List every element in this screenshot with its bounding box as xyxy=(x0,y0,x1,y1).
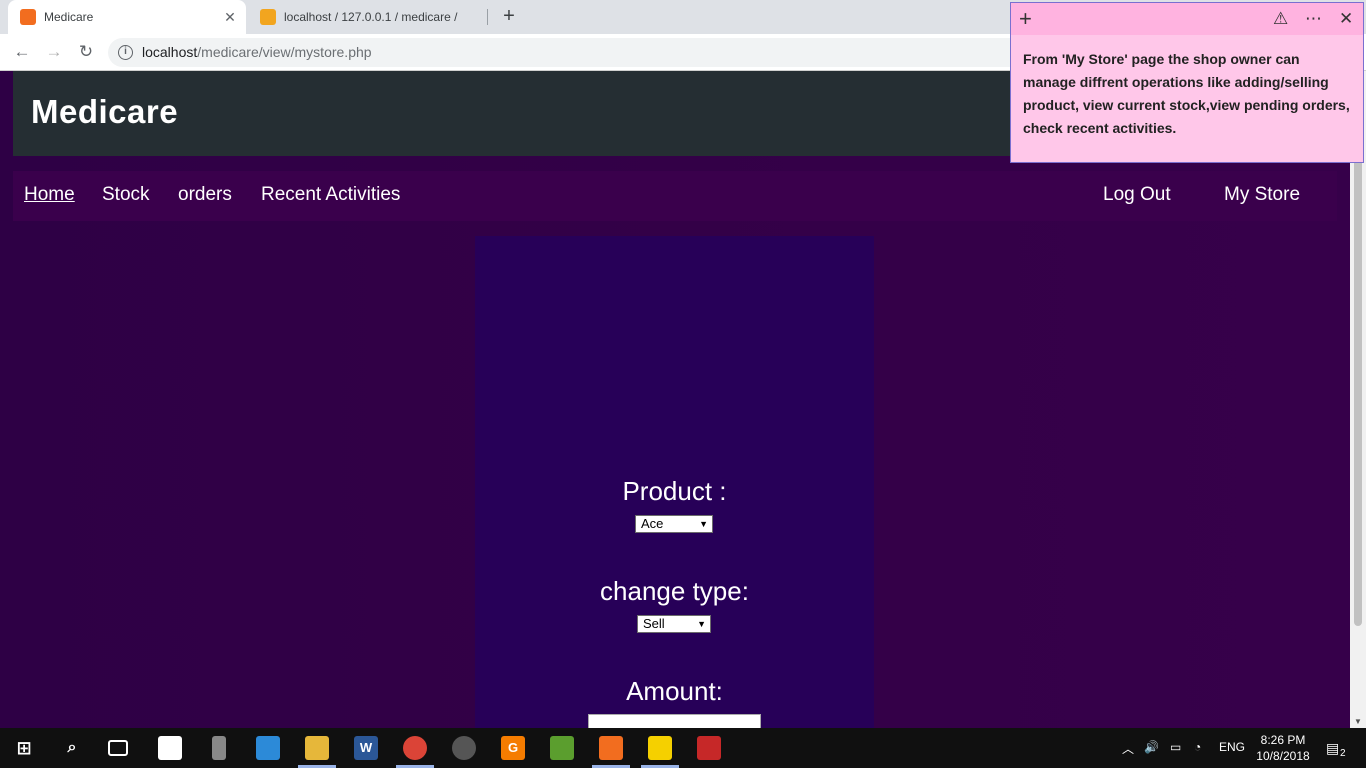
stock-change-form: Product : Ace ▼ change type: Sell ▼ Amou… xyxy=(475,236,874,728)
nav-log-out[interactable]: Log Out xyxy=(1103,184,1171,206)
sticky-note-text[interactable]: From 'My Store' page the shop owner can … xyxy=(1023,48,1355,140)
product-label: Product : xyxy=(622,476,727,506)
search-icon[interactable]: ⌕ xyxy=(60,736,84,760)
new-tab-button[interactable]: + xyxy=(498,5,520,27)
change-type-select-value: Sell xyxy=(643,616,665,631)
task-view-icon[interactable] xyxy=(108,740,128,756)
wifi-icon[interactable]: ◔ xyxy=(1194,740,1201,754)
tab-title: localhost / 127.0.0.1 / medicare / xyxy=(284,10,458,24)
windows-taskbar: ⊞ ⌕ W G ︿ 🔊 ▭ ◔ ENG 8:26 PM 10/8/2018 ▤ … xyxy=(0,728,1366,768)
product-select[interactable]: Ace ▼ xyxy=(635,515,713,533)
nav-home[interactable]: Home xyxy=(24,184,75,206)
scrollbar-thumb[interactable] xyxy=(1354,111,1362,626)
tab-phpmyadmin[interactable]: localhost / 127.0.0.1 / medicare / xyxy=(248,0,486,34)
reload-icon[interactable]: ↻ xyxy=(74,40,98,64)
url-text: localhost/medicare/view/mystore.php xyxy=(142,44,372,60)
action-center-icon[interactable]: ▤ xyxy=(1326,740,1339,757)
speaker-app-icon[interactable] xyxy=(452,736,476,760)
back-arrow-icon[interactable]: ← xyxy=(10,40,34,64)
device-icon[interactable] xyxy=(212,736,226,760)
sticky-note: + ⚠ ⋯ ✕ From 'My Store' page the shop ow… xyxy=(1010,2,1364,163)
xampp-icon[interactable] xyxy=(599,736,623,760)
winrar-icon[interactable] xyxy=(550,736,574,760)
chrome-icon[interactable] xyxy=(403,736,427,760)
sticky-notes-icon[interactable] xyxy=(648,736,672,760)
windows-start-icon[interactable]: ⊞ xyxy=(12,736,36,760)
tab-title: Medicare xyxy=(44,10,94,24)
forward-arrow-icon[interactable]: → xyxy=(42,40,66,64)
volume-icon[interactable]: 🔊 xyxy=(1144,740,1159,754)
clock-date: 10/8/2018 xyxy=(1256,749,1310,763)
info-icon[interactable]: i xyxy=(118,45,133,60)
system-clock[interactable]: 8:26 PM 10/8/2018 xyxy=(1248,732,1318,764)
dropdown-caret-icon: ▼ xyxy=(699,519,708,529)
clock-time: 8:26 PM xyxy=(1260,733,1306,747)
show-hidden-icons-icon[interactable]: ︿ xyxy=(1122,740,1134,757)
page-content: Medicare Home Stock orders Recent Activi… xyxy=(0,71,1350,728)
tab-medicare[interactable]: Medicare ✕ xyxy=(8,0,246,34)
nav-orders[interactable]: orders xyxy=(178,184,232,206)
close-note-icon[interactable]: ✕ xyxy=(1339,7,1353,31)
pc-icon[interactable] xyxy=(256,736,280,760)
scroll-down-arrow-icon[interactable]: ▼ xyxy=(1350,717,1366,726)
battery-icon[interactable]: ▭ xyxy=(1170,740,1181,754)
site-nav: Home Stock orders Recent Activities Log … xyxy=(13,171,1337,221)
xampp-favicon-icon xyxy=(20,9,36,25)
change-type-select[interactable]: Sell ▼ xyxy=(637,615,711,633)
site-title: Medicare xyxy=(31,93,179,130)
nav-recent-activities[interactable]: Recent Activities xyxy=(261,184,400,206)
language-indicator[interactable]: ENG xyxy=(1219,740,1245,754)
filezilla-icon[interactable] xyxy=(697,736,721,760)
amount-input[interactable] xyxy=(588,714,761,728)
sticky-note-titlebar: + ⚠ ⋯ ✕ xyxy=(1011,3,1363,35)
change-type-label: change type: xyxy=(600,576,749,606)
mail-icon[interactable] xyxy=(158,736,182,760)
phpmyadmin-favicon-icon xyxy=(260,9,276,25)
tab-separator xyxy=(487,9,488,25)
nav-stock[interactable]: Stock xyxy=(102,184,150,206)
more-options-icon[interactable]: ⋯ xyxy=(1305,7,1322,31)
dropdown-caret-icon: ▼ xyxy=(697,619,706,629)
nav-my-store[interactable]: My Store xyxy=(1224,184,1300,206)
amount-label: Amount: xyxy=(626,676,723,706)
file-explorer-icon[interactable] xyxy=(305,736,329,760)
warning-icon[interactable]: ⚠ xyxy=(1273,7,1288,31)
gravity-icon[interactable]: G xyxy=(501,736,525,760)
product-select-value: Ace xyxy=(641,516,664,531)
add-note-icon[interactable]: + xyxy=(1019,7,1032,31)
notification-count: 2 xyxy=(1340,748,1346,759)
tab-close-icon[interactable]: ✕ xyxy=(220,9,240,26)
word-icon[interactable]: W xyxy=(354,736,378,760)
page-scrollbar[interactable]: ▼ xyxy=(1350,71,1366,728)
